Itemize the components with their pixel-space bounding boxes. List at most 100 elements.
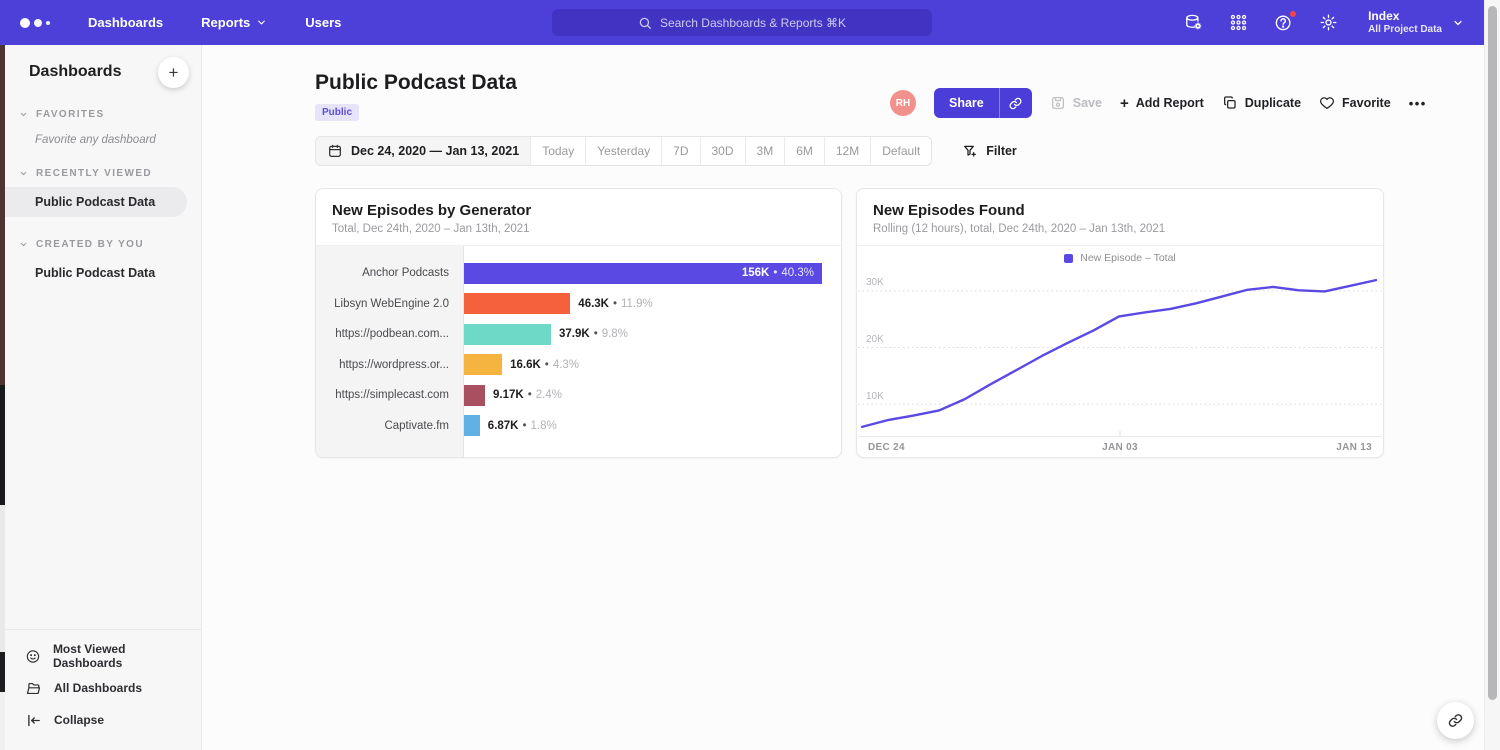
preset-3m[interactable]: 3M bbox=[745, 137, 785, 165]
notification-dot bbox=[1289, 10, 1297, 18]
main-content: Public Podcast Data Public RH Share Save… bbox=[202, 45, 1484, 750]
preset-30d[interactable]: 30D bbox=[700, 137, 745, 165]
bar-row: 37.9K•9.8% bbox=[464, 319, 841, 350]
sidebar-section: RECENTLY VIEWED Public Podcast Data bbox=[5, 168, 201, 217]
preset-12m[interactable]: 12M bbox=[824, 137, 870, 165]
bar-value-label: 6.87K•1.8% bbox=[488, 420, 557, 432]
sidebar-section-header-favorites[interactable]: FAVORITES bbox=[5, 109, 201, 120]
all-dashboards-button[interactable]: All Dashboards bbox=[17, 672, 189, 704]
bar-value-label: 46.3K•11.9% bbox=[578, 298, 652, 310]
copy-link-fab[interactable] bbox=[1437, 702, 1474, 739]
collapse-icon bbox=[25, 712, 42, 729]
sidebar-section: FAVORITESFavorite any dashboard bbox=[5, 109, 201, 146]
line-chart-title: New Episodes Found bbox=[873, 202, 1367, 219]
search-input[interactable]: Search Dashboards & Reports ⌘K bbox=[552, 9, 932, 36]
search-placeholder: Search Dashboards & Reports ⌘K bbox=[660, 16, 846, 30]
sidebar: Dashboards + FAVORITESFavorite any dashb… bbox=[5, 45, 202, 750]
collapse-button[interactable]: Collapse bbox=[17, 704, 189, 736]
line-chart-card: New Episodes Found Rolling (12 hours), t… bbox=[856, 188, 1384, 458]
apps-grid-icon[interactable] bbox=[1229, 13, 1248, 32]
more-options-button[interactable]: ••• bbox=[1409, 96, 1427, 111]
date-toolbar: Dec 24, 2020 — Jan 13, 2021 TodayYesterd… bbox=[315, 136, 1017, 166]
scrollbar-thumb[interactable] bbox=[1488, 6, 1497, 700]
sidebar-section: CREATED BY YOU Public Podcast Data bbox=[5, 239, 201, 288]
link-icon bbox=[1008, 96, 1023, 111]
line-plot-area: 10K20K30K bbox=[858, 270, 1382, 437]
bar-row: 46.3K•11.9% bbox=[464, 289, 841, 320]
bar-chart-subtitle: Total, Dec 24th, 2020 – Jan 13th, 2021 bbox=[332, 223, 825, 235]
navbar-right: Index All Project Data bbox=[1184, 9, 1464, 37]
header-actions: RH Share Save + Add Report Duplicate bbox=[890, 88, 1427, 118]
date-range-button[interactable]: Dec 24, 2020 — Jan 13, 2021 bbox=[316, 137, 530, 165]
x-axis-label: JAN 13 bbox=[1336, 442, 1372, 453]
bar-value-label: 9.17K•2.4% bbox=[493, 389, 562, 401]
bar-category-label: Captivate.fm bbox=[316, 411, 463, 442]
sidebar-section-header-created-by-you[interactable]: CREATED BY YOU bbox=[5, 239, 201, 250]
most-viewed-dashboards-button[interactable]: Most Viewed Dashboards bbox=[17, 640, 189, 672]
bar-row: 16.6K•4.3% bbox=[464, 350, 841, 381]
add-report-button[interactable]: + Add Report bbox=[1120, 96, 1204, 111]
help-icon[interactable] bbox=[1274, 13, 1293, 32]
sidebar-empty-hint: Favorite any dashboard bbox=[5, 120, 201, 146]
bar-chart-card: New Episodes by Generator Total, Dec 24t… bbox=[315, 188, 842, 458]
avatar[interactable]: RH bbox=[890, 90, 916, 116]
preset-yesterday[interactable]: Yesterday bbox=[585, 137, 661, 165]
bar[interactable] bbox=[464, 324, 551, 345]
legend-label: New Episode – Total bbox=[1080, 252, 1176, 264]
preset-7d[interactable]: 7D bbox=[661, 137, 699, 165]
x-axis-label: DEC 24 bbox=[868, 442, 905, 453]
preset-default[interactable]: Default bbox=[870, 137, 931, 165]
sidebar-item-public-podcast-data[interactable]: Public Podcast Data bbox=[5, 258, 187, 288]
save-icon bbox=[1050, 95, 1066, 111]
public-badge: Public bbox=[315, 104, 359, 121]
sidebar-footer: Most Viewed DashboardsAll DashboardsColl… bbox=[5, 629, 201, 750]
chevron-down-icon bbox=[1452, 17, 1464, 29]
preset-6m[interactable]: 6M bbox=[784, 137, 824, 165]
line-chart-subtitle: Rolling (12 hours), total, Dec 24th, 202… bbox=[873, 223, 1367, 235]
bar-category-label: https://podbean.com... bbox=[316, 319, 463, 350]
chevron-down-icon bbox=[256, 17, 267, 28]
nav-item-dashboards[interactable]: Dashboards bbox=[88, 15, 163, 30]
legend-swatch bbox=[1064, 254, 1073, 263]
save-button[interactable]: Save bbox=[1050, 95, 1102, 111]
project-switcher[interactable]: Index All Project Data bbox=[1368, 9, 1464, 37]
sidebar-section-header-recently-viewed[interactable]: RECENTLY VIEWED bbox=[5, 168, 201, 179]
bar-row: 9.17K•2.4% bbox=[464, 380, 841, 411]
bar[interactable]: 156K•40.3% bbox=[464, 263, 822, 284]
x-axis-label: JAN 03 bbox=[1102, 442, 1138, 453]
bar[interactable] bbox=[464, 385, 485, 406]
duplicate-button[interactable]: Duplicate bbox=[1222, 95, 1301, 111]
duplicate-icon bbox=[1222, 95, 1238, 111]
line-chart: New Episode – Total 10K20K30K DEC 24 JAN … bbox=[857, 246, 1383, 457]
bar[interactable] bbox=[464, 293, 570, 314]
new-dashboard-button[interactable]: + bbox=[158, 57, 189, 88]
search-icon bbox=[638, 16, 652, 30]
data-sources-icon[interactable] bbox=[1184, 13, 1203, 32]
filter-button[interactable]: Filter bbox=[962, 143, 1017, 159]
share-button[interactable]: Share bbox=[934, 88, 999, 118]
filter-icon bbox=[962, 143, 978, 159]
sidebar-item-public-podcast-data[interactable]: Public Podcast Data bbox=[5, 187, 187, 217]
favorite-button[interactable]: Favorite bbox=[1319, 95, 1391, 111]
link-icon bbox=[1447, 712, 1464, 729]
app-logo-icon[interactable] bbox=[20, 18, 50, 28]
bar-chart-title: New Episodes by Generator bbox=[332, 202, 825, 219]
bar-category-label: Libsyn WebEngine 2.0 bbox=[316, 289, 463, 320]
chevron-down-icon bbox=[19, 169, 28, 178]
page-title: Public Podcast Data bbox=[315, 71, 517, 95]
page-scrollbar bbox=[1484, 0, 1500, 750]
preset-today[interactable]: Today bbox=[530, 137, 585, 165]
bar-category-label: https://wordpress.or... bbox=[316, 350, 463, 381]
settings-icon[interactable] bbox=[1319, 13, 1338, 32]
bar[interactable] bbox=[464, 354, 502, 375]
nav-item-reports[interactable]: Reports bbox=[201, 15, 267, 30]
bar-row: 6.87K•1.8% bbox=[464, 411, 841, 442]
bar-row: 156K•40.3% bbox=[464, 258, 841, 289]
bar-value-label: 16.6K•4.3% bbox=[510, 359, 579, 371]
project-subtitle: All Project Data bbox=[1368, 24, 1442, 37]
calendar-icon bbox=[327, 143, 343, 159]
nav-item-users[interactable]: Users bbox=[305, 15, 341, 30]
share-link-button[interactable] bbox=[999, 88, 1032, 118]
bar-chart: Anchor PodcastsLibsyn WebEngine 2.0https… bbox=[316, 246, 841, 457]
bar[interactable] bbox=[464, 415, 480, 436]
